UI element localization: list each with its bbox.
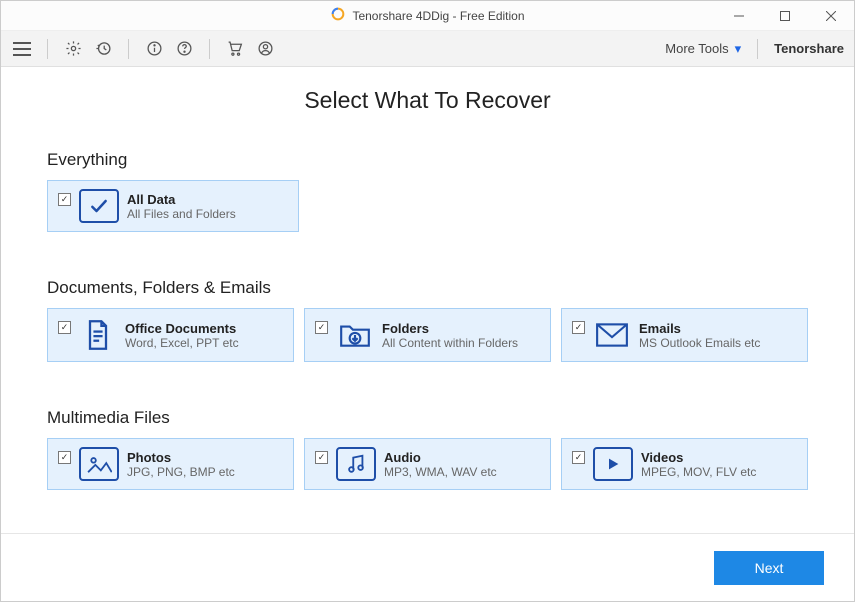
envelope-icon xyxy=(593,317,631,353)
separator xyxy=(128,39,129,59)
card-subtitle: MS Outlook Emails etc xyxy=(639,336,760,350)
more-tools-dropdown[interactable]: More Tools ▾ xyxy=(665,41,741,57)
section-heading-multimedia: Multimedia Files xyxy=(47,408,808,428)
card-title: Office Documents xyxy=(125,321,239,336)
toolbar: More Tools ▾ Tenorshare xyxy=(1,31,854,67)
folder-download-icon xyxy=(336,317,374,353)
user-icon[interactable] xyxy=(254,38,276,60)
footer: Next xyxy=(1,533,854,601)
minimize-button[interactable] xyxy=(716,1,762,30)
info-icon[interactable] xyxy=(143,38,165,60)
more-tools-label: More Tools xyxy=(665,41,728,56)
card-subtitle: JPG, PNG, BMP etc xyxy=(127,465,235,479)
card-subtitle: Word, Excel, PPT etc xyxy=(125,336,239,350)
card-videos[interactable]: ✓ Videos MPEG, MOV, FLV etc xyxy=(561,438,808,490)
card-office-documents[interactable]: ✓ Office Documents Word, Excel, PPT etc xyxy=(47,308,294,362)
menu-icon[interactable] xyxy=(11,38,33,60)
check-large-icon xyxy=(79,189,119,223)
checkbox-folders[interactable]: ✓ xyxy=(315,321,328,334)
chevron-down-icon: ▾ xyxy=(735,41,742,57)
checkbox-photos[interactable]: ✓ xyxy=(58,451,71,464)
titlebar: Tenorshare 4DDig - Free Edition xyxy=(1,1,854,31)
card-title: All Data xyxy=(127,192,236,207)
cart-icon[interactable] xyxy=(224,38,246,60)
window-title: Tenorshare 4DDig - Free Edition xyxy=(352,9,524,23)
play-icon xyxy=(593,447,633,481)
brand-label: Tenorshare xyxy=(757,39,844,59)
checkbox-all-data[interactable]: ✓ xyxy=(58,193,71,206)
history-icon[interactable] xyxy=(92,38,114,60)
card-subtitle: All Content within Folders xyxy=(382,336,518,350)
document-icon xyxy=(79,317,117,353)
next-button[interactable]: Next xyxy=(714,551,824,585)
section-heading-everything: Everything xyxy=(47,150,808,170)
separator xyxy=(47,39,48,59)
card-title: Audio xyxy=(384,450,497,465)
card-title: Emails xyxy=(639,321,760,336)
card-emails[interactable]: ✓ Emails MS Outlook Emails etc xyxy=(561,308,808,362)
card-title: Photos xyxy=(127,450,235,465)
card-subtitle: All Files and Folders xyxy=(127,207,236,221)
card-audio[interactable]: ✓ Audio MP3, WMA, WAV etc xyxy=(304,438,551,490)
separator xyxy=(209,39,210,59)
card-title: Folders xyxy=(382,321,518,336)
card-title: Videos xyxy=(641,450,756,465)
checkbox-emails[interactable]: ✓ xyxy=(572,321,585,334)
content: Select What To Recover Everything ✓ All … xyxy=(1,67,854,533)
app-logo-icon xyxy=(330,6,346,25)
card-all-data[interactable]: ✓ All Data All Files and Folders xyxy=(47,180,299,232)
card-subtitle: MPEG, MOV, FLV etc xyxy=(641,465,756,479)
close-button[interactable] xyxy=(808,1,854,30)
checkbox-audio[interactable]: ✓ xyxy=(315,451,328,464)
image-icon xyxy=(79,447,119,481)
section-heading-documents: Documents, Folders & Emails xyxy=(47,278,808,298)
help-icon[interactable] xyxy=(173,38,195,60)
gear-icon[interactable] xyxy=(62,38,84,60)
page-title: Select What To Recover xyxy=(47,87,808,114)
maximize-button[interactable] xyxy=(762,1,808,30)
card-photos[interactable]: ✓ Photos JPG, PNG, BMP etc xyxy=(47,438,294,490)
card-subtitle: MP3, WMA, WAV etc xyxy=(384,465,497,479)
music-note-icon xyxy=(336,447,376,481)
card-folders[interactable]: ✓ Folders All Content within Folders xyxy=(304,308,551,362)
checkbox-office-documents[interactable]: ✓ xyxy=(58,321,71,334)
checkbox-videos[interactable]: ✓ xyxy=(572,451,585,464)
